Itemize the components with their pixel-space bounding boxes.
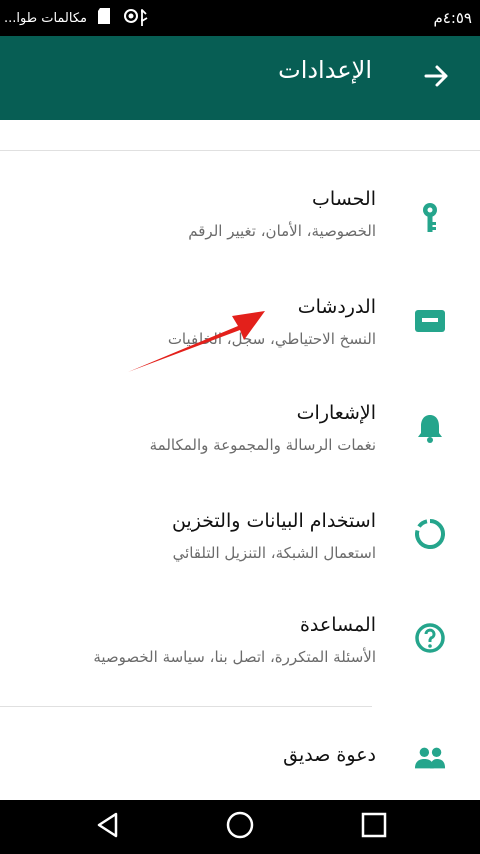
settings-item-title: الإشعارات [296, 402, 376, 424]
help-icon [414, 622, 446, 654]
settings-item-title: المساعدة [299, 614, 376, 636]
app-bar: الإعدادات [0, 36, 480, 120]
settings-item-subtitle: النسخ الاحتياطي، سجل، الخلفيات [167, 330, 376, 348]
data-usage-icon [414, 518, 446, 550]
divider [0, 150, 480, 151]
sd-card-icon [97, 7, 111, 29]
settings-item-title: الحساب [312, 188, 376, 210]
hotspot-icon [121, 7, 141, 29]
nav-recents-button[interactable] [356, 809, 392, 845]
page-title: الإعدادات [278, 56, 372, 84]
settings-item-title: دعوة صديق [283, 744, 376, 766]
key-icon [414, 202, 446, 234]
settings-item-notifications[interactable]: الإشعارات نغمات الرسالة والمجموعة والمكا… [0, 382, 480, 490]
status-time: ٤:٥٩م [433, 9, 472, 27]
back-icon [94, 811, 122, 843]
settings-item-subtitle: الأسئلة المتكررة، اتصل بنا، سياسة الخصوص… [93, 648, 376, 666]
settings-item-subtitle: الخصوصية، الأمان، تغيير الرقم [188, 222, 376, 240]
recents-icon [361, 812, 387, 842]
status-bar-right: ٤:٥٩م [433, 0, 472, 36]
settings-item-title: استخدام البيانات والتخزين [171, 510, 376, 532]
profile-row-remnant [0, 120, 480, 150]
navigation-bar [0, 800, 480, 854]
settings-item-chats[interactable]: الدردشات النسخ الاحتياطي، سجل، الخلفيات [0, 274, 480, 382]
notification-text: مكالمات طوا... [4, 10, 87, 26]
home-icon [225, 810, 255, 844]
chat-icon [414, 306, 446, 338]
bell-icon [414, 412, 446, 444]
divider [0, 706, 372, 707]
settings-item-subtitle: استعمال الشبكة، التنزيل التلقائي [172, 544, 376, 562]
settings-item-subtitle: نغمات الرسالة والمجموعة والمكالمة [149, 436, 376, 454]
settings-item-account[interactable]: الحساب الخصوصية، الأمان، تغيير الرقم [0, 166, 480, 274]
status-notifications: مكالمات طوا... [4, 0, 141, 36]
nav-home-button[interactable] [222, 809, 258, 845]
settings-item-data-usage[interactable]: استخدام البيانات والتخزين استعمال الشبكة… [0, 490, 480, 598]
settings-item-invite-friend[interactable]: دعوة صديق [0, 716, 480, 800]
settings-item-title: الدردشات [297, 296, 376, 318]
people-icon [414, 742, 446, 774]
settings-item-help[interactable]: المساعدة الأسئلة المتكررة، اتصل بنا، سيا… [0, 598, 480, 706]
arrow-right-icon [423, 63, 449, 93]
nav-back-button[interactable] [90, 809, 126, 845]
back-button[interactable] [416, 58, 456, 98]
